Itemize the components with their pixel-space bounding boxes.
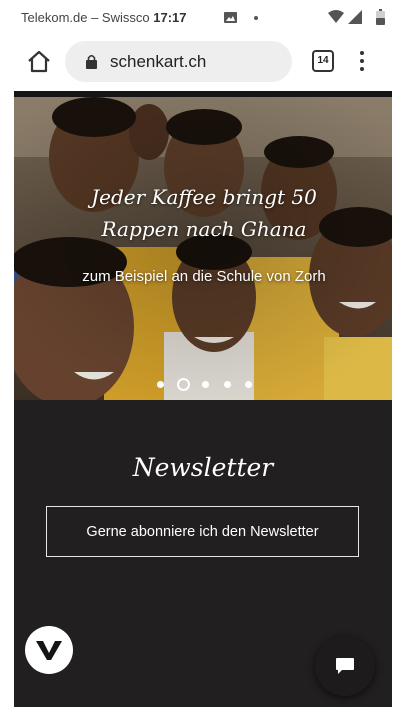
newsletter-heading: Newsletter [132,453,274,482]
slider-dot-1[interactable] [157,381,164,388]
hero-title: Jeder Kaffee bringt 50 Rappen nach Ghana [91,185,317,241]
status-carrier-time: Telekom.de – Swissco 17:17 [21,10,187,25]
web-page: Jeder Kaffee bringt 50 Rappen nach Ghana… [14,91,392,707]
status-bar: Telekom.de – Swissco 17:17 [0,0,400,36]
lock-icon [86,54,97,69]
url-text: schenkart.ch [110,52,207,71]
tab-switcher-button[interactable]: 14 [312,50,334,72]
v-logo-icon[interactable] [25,626,73,674]
slider-dot-5[interactable] [245,381,252,388]
status-carrier: Telekom.de – Swissco [21,10,150,25]
notification-dot-icon [254,16,258,20]
slider-dot-2[interactable] [177,378,190,391]
slider-dot-4[interactable] [224,381,231,388]
more-vert-icon[interactable] [355,49,369,73]
address-bar[interactable]: schenkart.ch [65,41,292,82]
hero-photo [14,97,392,400]
browser-toolbar: schenkart.ch 14 [0,36,400,88]
image-notification-icon [224,12,237,23]
home-icon[interactable] [26,49,52,75]
wifi-icon [328,10,344,23]
chat-icon [336,658,354,674]
hero-slider[interactable]: Jeder Kaffee bringt 50 Rappen nach Ghana… [14,97,392,400]
hero-subtitle: zum Beispiel an die Schule von Zorh [82,268,326,285]
battery-icon [376,9,385,25]
slider-dot-3[interactable] [202,381,209,388]
chat-button[interactable] [315,636,375,696]
newsletter-subscribe-button[interactable]: Gerne abonniere ich den Newsletter [46,506,359,557]
slider-dots [152,378,262,392]
status-time: 17:17 [153,10,187,25]
signal-icon [348,10,362,24]
